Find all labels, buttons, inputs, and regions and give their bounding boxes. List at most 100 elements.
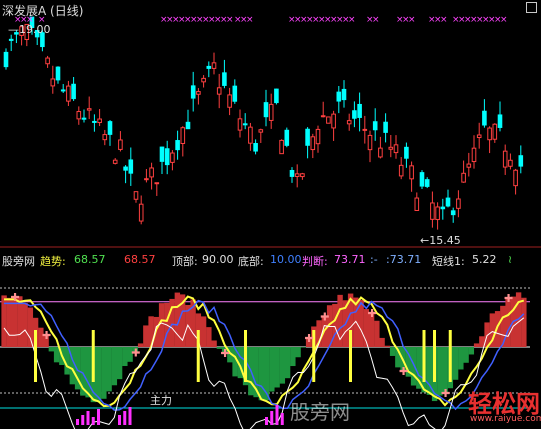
candle-body	[123, 166, 128, 171]
candle-body	[138, 203, 144, 222]
candle-body	[274, 88, 279, 104]
bottom-value: 10.00	[270, 253, 302, 266]
candle-body	[336, 91, 342, 102]
candle-body	[346, 120, 352, 125]
volume-stick	[118, 415, 121, 425]
candle-body	[107, 121, 113, 135]
signal-stick	[196, 330, 200, 382]
candle-body	[128, 159, 134, 174]
candle-body	[331, 113, 336, 129]
candle-body	[388, 146, 394, 150]
candle-body	[471, 147, 477, 163]
candle-body	[133, 191, 139, 200]
main-force-label: 主力	[150, 394, 172, 407]
candle-body	[482, 110, 487, 126]
cross-marker: ✚	[131, 347, 140, 360]
trend-bar	[27, 307, 34, 347]
trend-bar	[269, 347, 275, 392]
candle-body	[502, 150, 508, 168]
price-panel: —19.00←15.45××× × ×××××××××××× ××× ×××××××××…	[3, 15, 524, 247]
candle-body	[8, 38, 14, 41]
indicator-readout: 股旁网 趋势: 68.57 68.57 顶部: 90.00 底部: 10.00 …	[2, 253, 539, 269]
trend-bar	[95, 347, 102, 402]
candle-body	[378, 147, 383, 158]
candle-body	[170, 152, 175, 163]
candle-body	[315, 128, 321, 145]
trend-bar	[384, 345, 391, 347]
volume-stick	[275, 405, 279, 425]
candle-body	[149, 167, 154, 178]
candle-body	[175, 140, 180, 151]
trend-bar	[6, 297, 13, 347]
trend-bar	[290, 347, 296, 367]
candle-body	[404, 146, 409, 159]
cross-marker: ✚	[42, 329, 51, 342]
candle-body	[268, 103, 274, 121]
candle-body	[352, 110, 357, 119]
candle-body	[81, 117, 87, 120]
trend-value-2: 68.57	[124, 253, 156, 266]
trend-bar	[463, 347, 469, 363]
candle-body	[341, 88, 347, 101]
candle-body	[393, 144, 399, 154]
trend-bar	[143, 325, 149, 347]
top-value: 90.00	[202, 253, 234, 266]
candle-body	[45, 57, 50, 65]
trend-bar	[295, 347, 301, 358]
volume-stick	[81, 415, 85, 425]
signal-marker: ×	[440, 15, 448, 25]
signal-stick	[34, 330, 37, 382]
swing-icon: ≀	[508, 253, 513, 266]
signal-stick	[244, 330, 247, 382]
cross-marker: ✚	[221, 347, 230, 360]
signal-marker: ×	[226, 15, 234, 25]
trend-bar	[374, 320, 380, 347]
trend-bar	[53, 347, 60, 363]
source-label: 股旁网	[2, 255, 35, 268]
low-price-label: ←15.45	[420, 234, 461, 247]
chart-canvas: —19.00←15.45××× × ×××××××××××× ××× ×××××××××…	[0, 15, 541, 429]
candle-body	[398, 164, 404, 177]
candle-body	[164, 148, 170, 166]
candle-body	[201, 77, 206, 83]
trend-bar	[284, 347, 291, 379]
candle-body	[310, 136, 316, 151]
candle-body	[456, 198, 461, 209]
candle-body	[279, 139, 284, 155]
signal-marker: ×	[408, 15, 416, 25]
candle-body	[294, 173, 300, 177]
volume-stick	[280, 413, 284, 425]
candle-body	[102, 134, 108, 141]
short-value: 5.22	[472, 253, 497, 266]
trend-bar	[300, 347, 307, 348]
candle-body	[76, 111, 82, 120]
candle-body	[97, 118, 102, 124]
square-icon[interactable]	[526, 2, 537, 13]
candle-body	[60, 89, 66, 92]
trend-bar	[379, 337, 385, 347]
center-watermark: 股旁网	[290, 400, 350, 424]
cross-marker: ✚	[320, 310, 329, 323]
candle-body	[300, 173, 305, 178]
candle-body	[414, 197, 420, 211]
candle-body	[487, 127, 492, 141]
candle-body	[258, 129, 264, 133]
candle-body	[435, 206, 440, 221]
cross-marker: ✚	[504, 292, 513, 305]
candle-body	[450, 210, 456, 216]
trend-bar	[122, 347, 128, 367]
candle-body	[232, 85, 238, 102]
trend-bar	[274, 347, 280, 388]
candle-body	[518, 155, 524, 167]
trend-bar	[468, 347, 475, 355]
signal-stick	[448, 330, 452, 382]
trend-bar	[521, 297, 527, 347]
candle-body	[196, 91, 201, 95]
candle-body	[227, 94, 232, 108]
url-watermark: www.raiyue.com	[470, 414, 541, 424]
top-label: 顶部:	[172, 255, 198, 268]
trend-bar	[258, 347, 265, 401]
candle-body	[476, 134, 482, 139]
trend-bar	[332, 303, 338, 347]
trend-bar	[211, 340, 217, 347]
